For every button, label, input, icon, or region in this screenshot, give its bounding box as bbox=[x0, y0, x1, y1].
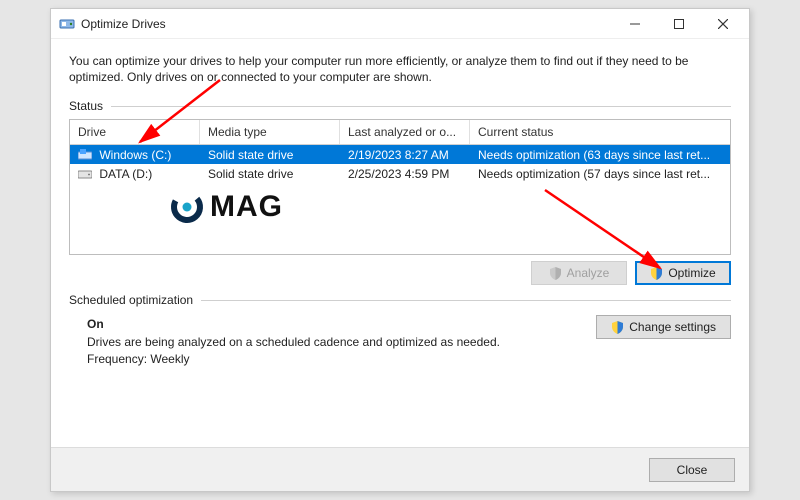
optimize-drives-window: Optimize Drives You can optimize your dr… bbox=[50, 8, 750, 492]
cell-drive: DATA (D:) bbox=[70, 167, 200, 181]
status-buttons: Analyze Optimize bbox=[69, 261, 731, 285]
status-label: Status bbox=[69, 99, 103, 113]
change-settings-button[interactable]: Change settings bbox=[596, 315, 731, 339]
analyze-button: Analyze bbox=[531, 261, 627, 285]
window-title: Optimize Drives bbox=[81, 17, 166, 31]
table-body: Windows (C:) Solid state drive 2/19/2023… bbox=[70, 145, 730, 254]
drive-table[interactable]: Drive Media type Last analyzed or o... C… bbox=[69, 119, 731, 255]
dialog-footer: Close bbox=[51, 447, 749, 491]
cell-media: Solid state drive bbox=[200, 148, 340, 162]
cell-current: Needs optimization (63 days since last r… bbox=[470, 148, 730, 162]
close-button[interactable]: Close bbox=[649, 458, 735, 482]
cell-drive-name: DATA (D:) bbox=[99, 167, 152, 181]
cell-media: Solid state drive bbox=[200, 167, 340, 181]
window-content: You can optimize your drives to help you… bbox=[51, 39, 749, 447]
optimize-label: Optimize bbox=[668, 266, 715, 280]
schedule-desc: Drives are being analyzed on a scheduled… bbox=[87, 335, 596, 349]
col-media[interactable]: Media type bbox=[200, 120, 340, 144]
cell-drive-name: Windows (C:) bbox=[99, 148, 171, 162]
schedule-group: Scheduled optimization On Drives are bei… bbox=[69, 293, 731, 371]
group-divider bbox=[201, 300, 731, 301]
change-settings-label: Change settings bbox=[629, 320, 716, 334]
group-divider bbox=[111, 106, 731, 107]
drive-os-icon bbox=[78, 149, 92, 160]
col-drive[interactable]: Drive bbox=[70, 120, 200, 144]
optimize-button[interactable]: Optimize bbox=[635, 261, 731, 285]
analyze-label: Analyze bbox=[567, 266, 610, 280]
schedule-state: On bbox=[87, 317, 596, 331]
col-last[interactable]: Last analyzed or o... bbox=[340, 120, 470, 144]
title-bar: Optimize Drives bbox=[51, 9, 749, 39]
table-header: Drive Media type Last analyzed or o... C… bbox=[70, 120, 730, 145]
close-window-button[interactable] bbox=[701, 10, 745, 38]
shield-icon bbox=[650, 267, 663, 280]
cell-current: Needs optimization (57 days since last r… bbox=[470, 167, 730, 181]
col-current[interactable]: Current status bbox=[470, 120, 730, 144]
close-label: Close bbox=[677, 463, 708, 477]
cell-last: 2/25/2023 4:59 PM bbox=[340, 167, 470, 181]
shield-icon bbox=[549, 267, 562, 280]
table-row[interactable]: Windows (C:) Solid state drive 2/19/2023… bbox=[70, 145, 730, 164]
description-text: You can optimize your drives to help you… bbox=[69, 53, 731, 85]
drive-icon bbox=[78, 168, 92, 179]
table-row[interactable]: DATA (D:) Solid state drive 2/25/2023 4:… bbox=[70, 164, 730, 183]
minimize-button[interactable] bbox=[613, 10, 657, 38]
shield-icon bbox=[611, 321, 624, 334]
cell-drive: Windows (C:) bbox=[70, 148, 200, 162]
schedule-label: Scheduled optimization bbox=[69, 293, 193, 307]
maximize-button[interactable] bbox=[657, 10, 701, 38]
app-icon bbox=[59, 16, 75, 32]
schedule-frequency: Frequency: Weekly bbox=[87, 352, 596, 366]
status-group: Status Drive Media type Last analyzed or… bbox=[69, 99, 731, 285]
cell-last: 2/19/2023 8:27 AM bbox=[340, 148, 470, 162]
